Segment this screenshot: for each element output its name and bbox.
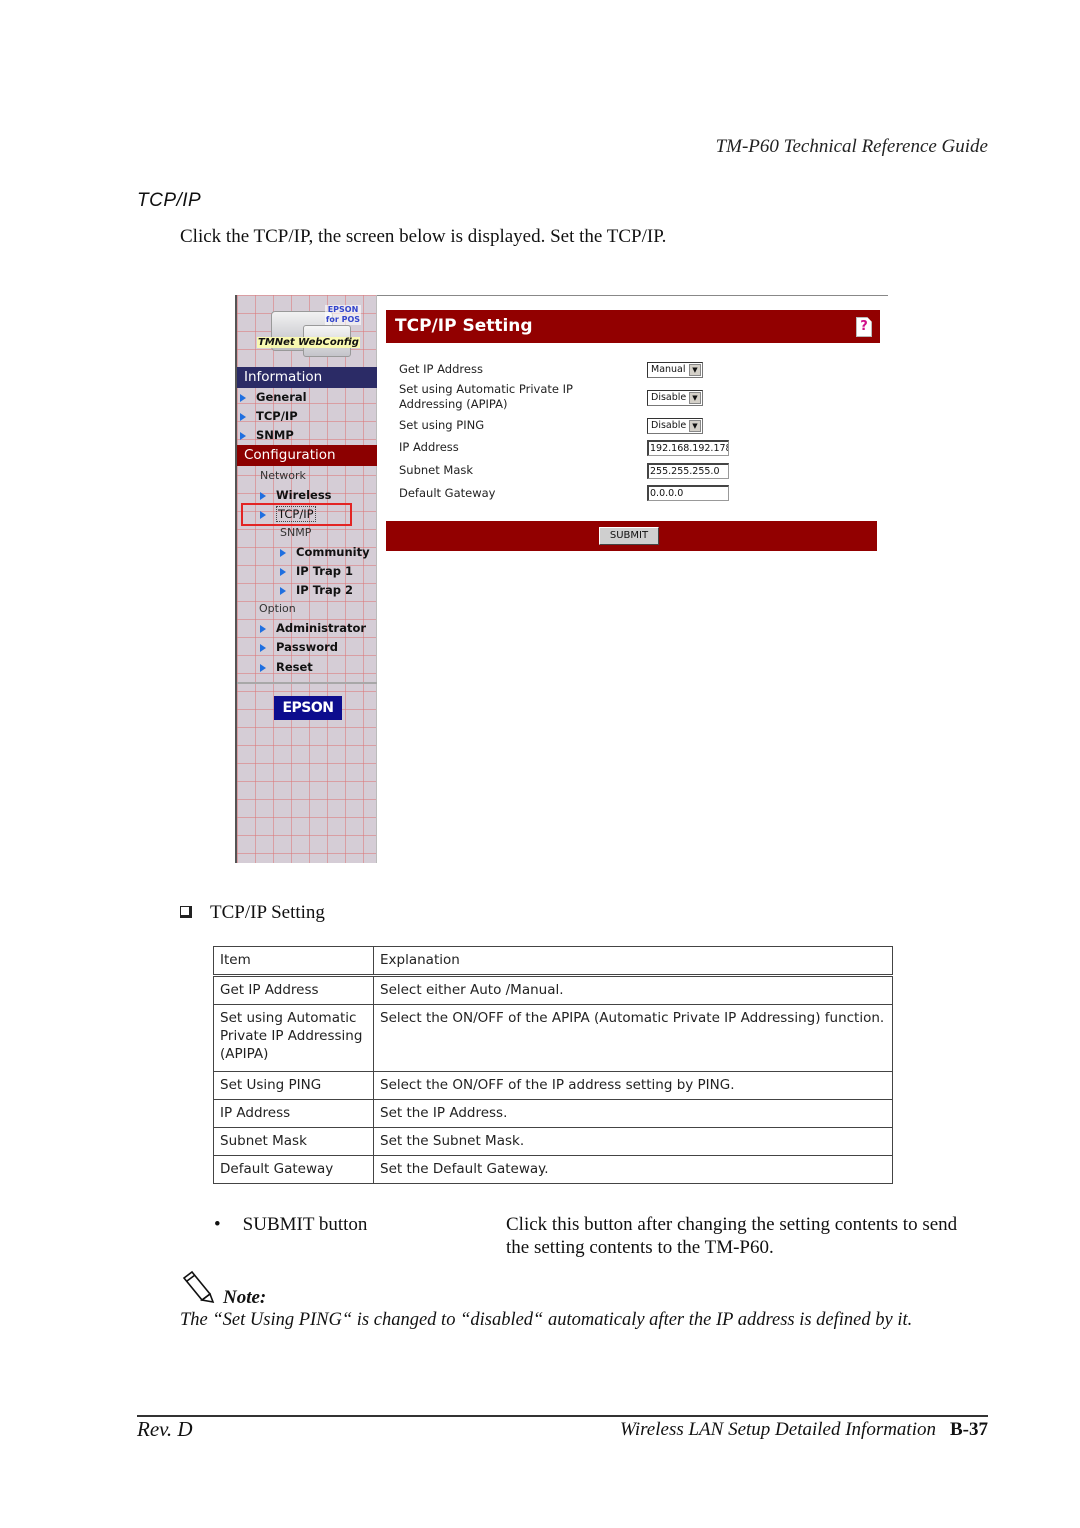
intro-text: Click the TCP/IP, the screen below is di… [180,226,667,247]
sidebar-item-ip-trap-1[interactable]: IP Trap 1 [280,564,353,578]
bullet-icon: • [214,1214,221,1235]
help-icon[interactable]: ? [856,317,872,337]
arrow-right-icon [240,393,246,402]
table-row: Default Gateway Set the Default Gateway. [213,1155,893,1184]
arrow-right-icon [260,624,266,633]
checkbox-bullet-icon [180,906,192,918]
apipa-select[interactable]: Disable ▼ [647,390,703,406]
pencil-icon [182,1270,215,1304]
label-default-gateway: Default Gateway [399,486,496,500]
arrow-right-icon [240,431,246,440]
set-using-ping-select[interactable]: Disable ▼ [647,418,703,434]
webconfig-screenshot: EPSON for POS TMNet WebConfig Informatio… [235,295,888,863]
epson-logo[interactable]: EPSON [274,696,342,720]
nav-header-configuration: Configuration [237,445,377,466]
footer-divider [137,1415,988,1417]
table-cell-explanation: Select the ON/OFF of the IP address sett… [373,1071,893,1100]
sidebar-item-community[interactable]: Community [280,545,370,559]
footer-revision: Rev. D [137,1417,193,1441]
footer-section: Wireless LAN Setup Detailed Information B… [620,1419,988,1440]
label-apipa: Set using Automatic Private IP Addressin… [399,382,573,411]
arrow-right-icon [260,663,266,672]
page-title: TCP/IP Setting [395,316,533,336]
sidebar-item-administrator[interactable]: Administrator [260,621,366,635]
label-ip-address: IP Address [399,440,459,454]
figure-caption: TCP/IP Setting [180,902,325,924]
arrow-right-icon [280,567,286,576]
sidebar-item-password[interactable]: Password [260,640,338,654]
dropdown-arrow-icon: ▼ [689,420,701,432]
arrow-right-icon [280,548,286,557]
explanation-table: Item Explanation Get IP Address Select e… [213,946,893,1184]
label-set-using-ping: Set using PING [399,418,485,432]
submit-button[interactable]: SUBMIT [599,527,659,545]
nav-header-information: Information [237,367,377,388]
dropdown-arrow-icon: ▼ [689,364,701,376]
sidebar-item-wireless[interactable]: Wireless [260,488,332,502]
arrow-right-icon [260,643,266,652]
divider [376,295,888,296]
arrow-right-icon [240,412,246,421]
default-gateway-input[interactable]: 0.0.0.0 [647,485,729,501]
table-row: Subnet Mask Set the Subnet Mask. [213,1127,893,1156]
submit-description-item: • SUBMIT button [214,1214,368,1235]
table-header-explanation: Explanation [373,946,893,977]
table-header-row: Item Explanation [213,946,893,977]
product-label: TMNet WebConfig [257,337,360,348]
arrow-right-icon [260,491,266,500]
section-title: TCP/IP [137,190,202,211]
table-cell-explanation: Set the Subnet Mask. [373,1127,893,1156]
sidebar-item-ip-trap-2[interactable]: IP Trap 2 [280,583,353,597]
sidebar-label-snmp: SNMP [280,526,312,539]
table-row: Set using Automatic Private IP Addressin… [213,1004,893,1072]
table-cell-explanation: Set the IP Address. [373,1099,893,1128]
table-cell-item: Set using Automatic Private IP Addressin… [213,1004,374,1072]
table-cell-item: Set Using PING [213,1071,374,1100]
table-cell-item: IP Address [213,1099,374,1128]
note-label: Note: [223,1287,267,1308]
epson-for-pos-label: EPSON for POS [325,305,361,325]
page-number: B-37 [950,1419,988,1440]
running-header: TM-P60 Technical Reference Guide [715,136,988,157]
table-cell-explanation: Select the ON/OFF of the APIPA (Automati… [373,1004,893,1072]
sidebar-item-info-tcpip[interactable]: TCP/IP [240,409,298,423]
ip-address-input[interactable]: 192.168.192.178 [647,440,729,456]
table-row: Set Using PING Select the ON/OFF of the … [213,1071,893,1100]
table-row: IP Address Set the IP Address. [213,1099,893,1128]
sidebar-label-option: Option [259,602,296,615]
table-header-item: Item [213,946,374,977]
selection-highlight-box [241,503,352,526]
dropdown-arrow-icon: ▼ [689,392,701,404]
arrow-right-icon [280,586,286,595]
table-cell-explanation: Set the Default Gateway. [373,1155,893,1184]
page-title-bar: TCP/IP Setting ? [386,310,880,343]
sidebar-item-reset[interactable]: Reset [260,660,313,674]
label-subnet-mask: Subnet Mask [399,463,474,477]
sidebar-item-info-snmp[interactable]: SNMP [240,428,294,442]
submit-bar: SUBMIT [386,521,877,551]
submit-description-text: Click this button after changing the set… [506,1214,958,1258]
table-row: Get IP Address Select either Auto /Manua… [213,975,893,1005]
table-cell-item: Default Gateway [213,1155,374,1184]
sidebar-divider [237,682,377,684]
subnet-mask-input[interactable]: 255.255.255.0 [647,463,729,479]
sidebar-item-general[interactable]: General [240,390,307,404]
table-cell-item: Get IP Address [213,975,374,1005]
tmnet-webconfig-logo: EPSON for POS TMNet WebConfig [253,301,363,365]
get-ip-address-select[interactable]: Manual ▼ [647,362,703,378]
table-cell-item: Subnet Mask [213,1127,374,1156]
sidebar-label-network: Network [260,469,306,482]
note-text: The “Set Using PING“ is changed to “disa… [180,1310,913,1330]
table-cell-explanation: Select either Auto /Manual. [373,975,893,1005]
sidebar: EPSON for POS TMNet WebConfig Informatio… [235,295,377,863]
label-get-ip-address: Get IP Address [399,362,483,376]
